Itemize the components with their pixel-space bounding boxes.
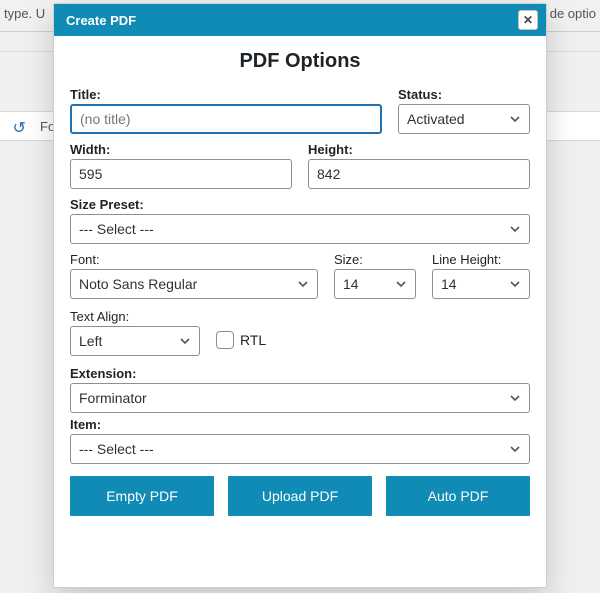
text-align-label: Text Align: <box>70 309 200 324</box>
font-label: Font: <box>70 252 318 267</box>
line-height-value: 14 <box>441 276 457 292</box>
redo-icon[interactable]: ↻ <box>10 118 26 134</box>
size-preset-select[interactable]: --- Select --- <box>70 214 530 244</box>
chevron-down-icon <box>509 278 521 290</box>
status-select[interactable]: Activated <box>398 104 530 134</box>
width-input[interactable] <box>70 159 292 189</box>
item-value: --- Select --- <box>79 441 154 457</box>
item-select[interactable]: --- Select --- <box>70 434 530 464</box>
size-preset-label: Size Preset: <box>70 197 530 212</box>
status-value: Activated <box>407 111 465 127</box>
width-label: Width: <box>70 142 292 157</box>
height-input[interactable] <box>308 159 530 189</box>
create-pdf-dialog: Create PDF ✕ PDF Options Title: Status: … <box>53 3 547 588</box>
chevron-down-icon <box>509 392 521 404</box>
title-label: Title: <box>70 87 382 102</box>
chevron-down-icon <box>509 113 521 125</box>
extension-select[interactable]: Forminator <box>70 383 530 413</box>
chevron-down-icon <box>179 335 191 347</box>
title-input[interactable] <box>70 104 382 134</box>
font-value: Noto Sans Regular <box>79 276 197 292</box>
extension-value: Forminator <box>79 390 147 406</box>
text-align-select[interactable]: Left <box>70 326 200 356</box>
line-height-select[interactable]: 14 <box>432 269 530 299</box>
rtl-label: RTL <box>240 332 266 348</box>
extension-label: Extension: <box>70 366 530 381</box>
chevron-down-icon <box>509 443 521 455</box>
close-button[interactable]: ✕ <box>518 10 538 30</box>
text-align-value: Left <box>79 333 102 349</box>
chevron-down-icon <box>395 278 407 290</box>
status-label: Status: <box>398 87 530 102</box>
chevron-down-icon <box>509 223 521 235</box>
font-select[interactable]: Noto Sans Regular <box>70 269 318 299</box>
dialog-header-title: Create PDF <box>66 13 136 28</box>
size-select[interactable]: 14 <box>334 269 416 299</box>
empty-pdf-button[interactable]: Empty PDF <box>70 476 214 516</box>
line-height-label: Line Height: <box>432 252 530 267</box>
chevron-down-icon <box>297 278 309 290</box>
dialog-title: PDF Options <box>70 50 530 73</box>
rtl-checkbox[interactable] <box>216 331 234 349</box>
dialog-header: Create PDF ✕ <box>54 4 546 36</box>
close-icon: ✕ <box>523 13 533 27</box>
upload-pdf-button[interactable]: Upload PDF <box>228 476 372 516</box>
size-value: 14 <box>343 276 359 292</box>
item-label: Item: <box>70 417 530 432</box>
auto-pdf-button[interactable]: Auto PDF <box>386 476 530 516</box>
bg-text-right: de optio <box>550 6 596 21</box>
height-label: Height: <box>308 142 530 157</box>
size-preset-value: --- Select --- <box>79 221 154 237</box>
size-label: Size: <box>334 252 416 267</box>
bg-text-left: type. U <box>4 6 45 21</box>
